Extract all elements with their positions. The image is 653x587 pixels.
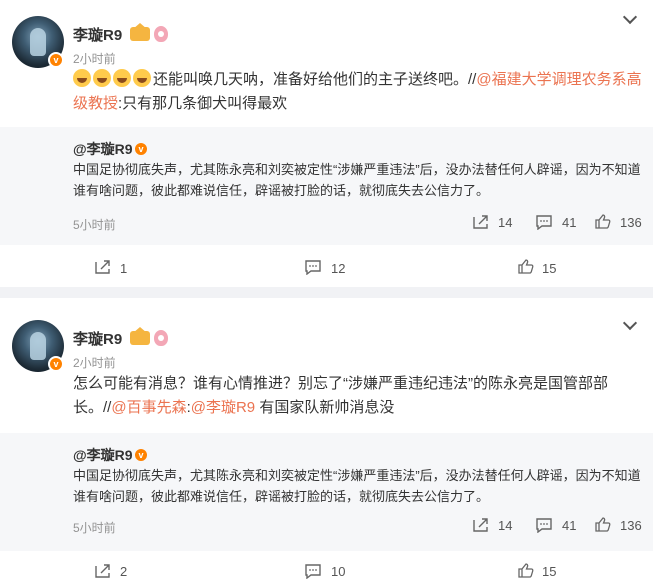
laughing-emoji-icon bbox=[113, 69, 131, 87]
thumbs-up-icon[interactable] bbox=[517, 562, 535, 578]
share-icon[interactable] bbox=[472, 517, 490, 533]
repost-time[interactable]: 5小时前 bbox=[73, 216, 116, 233]
thumbs-up-icon[interactable] bbox=[517, 258, 535, 274]
comment-icon[interactable] bbox=[535, 214, 553, 231]
repost-username[interactable]: @李璇R9 bbox=[73, 445, 133, 465]
thumbs-up-icon[interactable] bbox=[594, 516, 612, 532]
like-count[interactable]: 15 bbox=[542, 564, 556, 579]
post-time[interactable]: 2小时前 bbox=[73, 50, 116, 67]
mention-link[interactable]: @李璇R9 bbox=[191, 399, 255, 416]
verified-badge-icon: v bbox=[48, 356, 64, 372]
share-icon[interactable] bbox=[94, 259, 112, 275]
verified-badge-icon: v bbox=[133, 447, 149, 463]
laughing-emoji-icon bbox=[133, 69, 151, 87]
reposted-card[interactable]: @李璇R9 v 中国足协彻底失声，尤其陈永亮和刘奕被定性“涉嫌严重违法”后，没办… bbox=[0, 127, 653, 245]
share-count[interactable]: 1 bbox=[120, 261, 127, 276]
repost-share-count[interactable]: 14 bbox=[498, 518, 512, 533]
laughing-emoji-icon bbox=[73, 69, 91, 87]
verified-badge-icon: v bbox=[48, 52, 64, 68]
laughing-emoji-icon bbox=[93, 69, 111, 87]
share-icon[interactable] bbox=[94, 563, 112, 579]
repost-like-count[interactable]: 136 bbox=[620, 215, 642, 230]
mention-link[interactable]: @百事先森 bbox=[111, 399, 186, 416]
like-count[interactable]: 15 bbox=[542, 261, 556, 276]
username[interactable]: 李璇R9 bbox=[73, 328, 122, 349]
post-text-part: :只有那几条御犬叫得最欢 bbox=[118, 95, 288, 112]
crown-member-icon bbox=[130, 23, 150, 41]
comment-icon[interactable] bbox=[304, 563, 322, 580]
repost-comment-count[interactable]: 41 bbox=[562, 518, 576, 533]
username[interactable]: 李璇R9 bbox=[73, 24, 122, 45]
repost-text: 中国足协彻底失声，尤其陈永亮和刘奕被定性“涉嫌严重违法”后，没办法替任何人辟谣，… bbox=[73, 162, 641, 198]
comment-icon[interactable] bbox=[304, 259, 322, 276]
repost-like-count[interactable]: 136 bbox=[620, 518, 642, 533]
repost-share-count[interactable]: 14 bbox=[498, 215, 512, 230]
share-icon[interactable] bbox=[472, 214, 490, 230]
comment-icon[interactable] bbox=[535, 517, 553, 534]
post-card: v 李璇R9 2小时前 怎么可能有消息？谁有心情推进？别忘了“涉嫌严重违纪违法”… bbox=[0, 298, 653, 587]
chevron-down-icon[interactable] bbox=[622, 315, 638, 331]
crown-member-icon bbox=[130, 327, 150, 345]
repost-time[interactable]: 5小时前 bbox=[73, 519, 116, 536]
post-text-part: 还能叫唤几天呐，准备好给他们的主子送终吧。// bbox=[153, 71, 477, 88]
rabbit-badge-icon bbox=[154, 26, 168, 42]
repost-text: 中国足协彻底失声，尤其陈永亮和刘奕被定性“涉嫌严重违法”后，没办法替任何人辟谣，… bbox=[73, 468, 641, 504]
reposted-card[interactable]: @李璇R9 v 中国足协彻底失声，尤其陈永亮和刘奕被定性“涉嫌严重违法”后，没办… bbox=[0, 433, 653, 551]
post-time[interactable]: 2小时前 bbox=[73, 354, 116, 371]
thumbs-up-icon[interactable] bbox=[594, 213, 612, 229]
post-text: 怎么可能有消息？谁有心情推进？别忘了“涉嫌严重违纪违法”的陈永亮是国管部部长。/… bbox=[73, 372, 613, 420]
post-text-part: 有国家队新帅消息没 bbox=[255, 399, 395, 416]
repost-username[interactable]: @李璇R9 bbox=[73, 139, 133, 159]
verified-badge-icon: v bbox=[133, 141, 149, 157]
post-text: 还能叫唤几天呐，准备好给他们的主子送终吧。//@福建大学调理农务系高级教授:只有… bbox=[73, 68, 648, 116]
post-card: v 李璇R9 2小时前 还能叫唤几天呐，准备好给他们的主子送终吧。//@福建大学… bbox=[0, 0, 653, 287]
rabbit-badge-icon bbox=[154, 330, 168, 346]
comment-count[interactable]: 12 bbox=[331, 261, 345, 276]
chevron-down-icon[interactable] bbox=[622, 9, 638, 25]
comment-count[interactable]: 10 bbox=[331, 564, 345, 579]
share-count[interactable]: 2 bbox=[120, 564, 127, 579]
repost-comment-count[interactable]: 41 bbox=[562, 215, 576, 230]
